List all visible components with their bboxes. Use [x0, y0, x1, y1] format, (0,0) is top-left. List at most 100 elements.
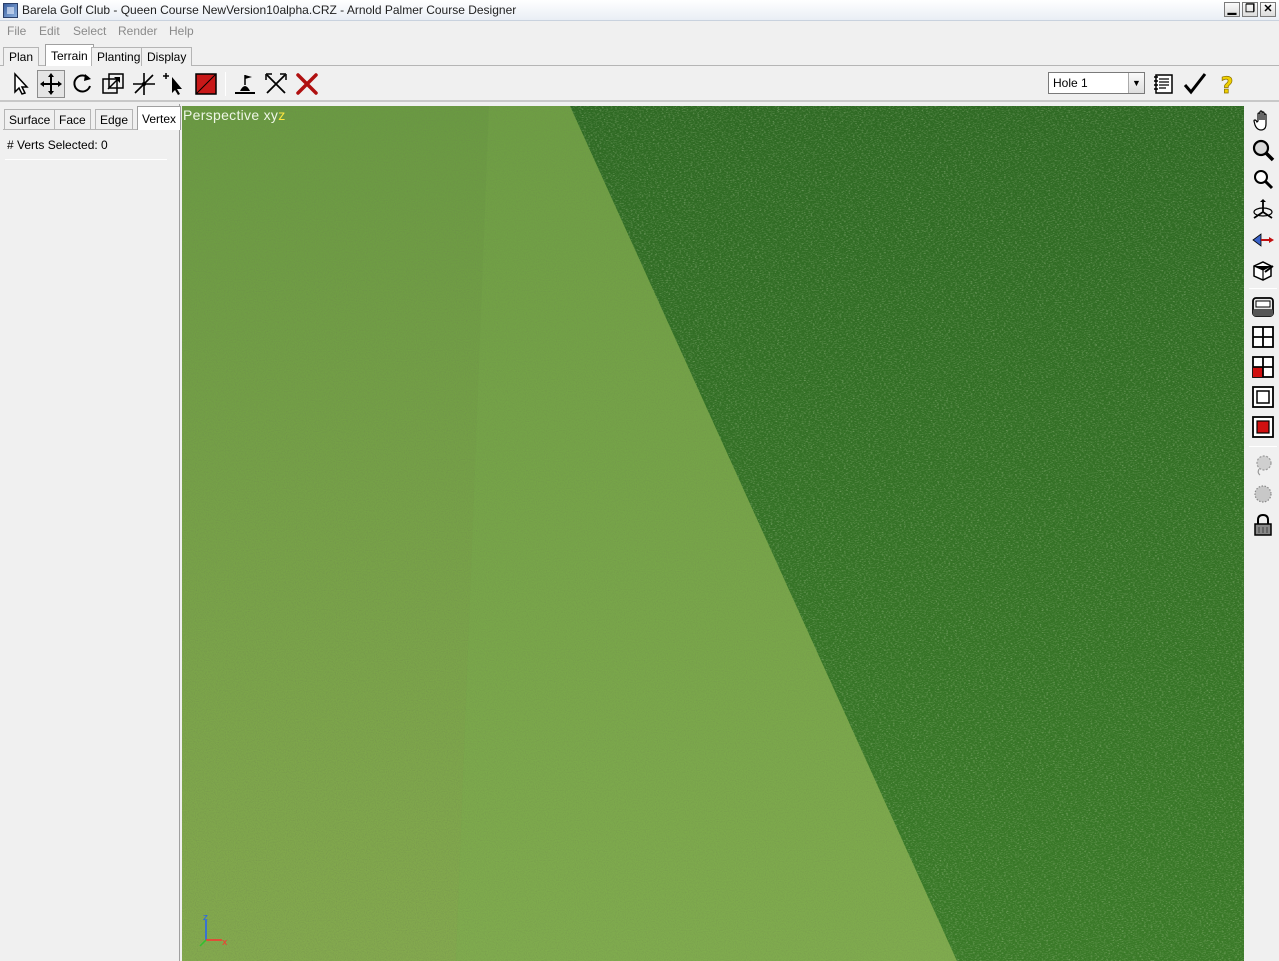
lasso-dotted-icon — [1254, 485, 1272, 503]
panel-divider — [5, 159, 167, 160]
fly-button[interactable] — [1250, 227, 1276, 253]
rotate-tool-button[interactable] — [68, 70, 96, 98]
terrain-scene[interactable] — [182, 106, 1244, 961]
close-icon: ✕ — [1263, 3, 1273, 15]
select-arrow-icon — [14, 72, 29, 95]
restore-button[interactable]: ❐ — [1242, 2, 1258, 17]
fly-arrow-icon — [1252, 233, 1274, 247]
svg-text:?: ? — [1221, 74, 1234, 97]
title-bar: Barela Golf Club - Queen Course NewVersi… — [0, 0, 1279, 21]
toolbar-separator — [225, 72, 226, 96]
tab-display[interactable]: Display — [141, 47, 193, 66]
maximize-view-icon — [1252, 386, 1274, 408]
single-view-icon — [1252, 297, 1274, 317]
orbit-button[interactable] — [1250, 197, 1276, 223]
help-button[interactable]: ? — [1213, 70, 1241, 98]
menu-help[interactable]: Help — [169, 24, 194, 38]
subtab-vertex[interactable]: Vertex — [137, 106, 182, 130]
red-fill-tool-button[interactable] — [192, 70, 220, 98]
chevron-down-icon[interactable]: ▼ — [1128, 73, 1144, 93]
scale-icon — [102, 73, 124, 94]
maximize-view-button[interactable] — [1250, 384, 1276, 410]
zoom-region-button[interactable] — [1250, 166, 1276, 192]
lasso-dotted-button[interactable] — [1250, 482, 1276, 508]
quad-view-button[interactable] — [1250, 324, 1276, 350]
viewport-mode-label: Perspective xyz — [183, 107, 286, 123]
cross-cut-icon — [265, 73, 287, 94]
axis-gizmo-icon: z x — [199, 913, 228, 948]
subtab-surface[interactable]: Surface — [4, 109, 56, 129]
app-icon — [3, 3, 18, 18]
view-toolbar-separator — [1249, 446, 1277, 447]
flag-smooth-icon — [235, 75, 255, 94]
subtab-face[interactable]: Face — [54, 109, 91, 129]
maximize-red-view-button[interactable] — [1250, 414, 1276, 440]
menu-bar: File Edit Select Render Help — [0, 21, 1279, 41]
viewport-axis-z: z — [278, 107, 286, 123]
help-question-icon: ? — [1220, 74, 1234, 97]
tab-terrain[interactable]: Terrain — [45, 44, 94, 67]
window-title: Barela Golf Club - Queen Course NewVersi… — [22, 3, 517, 17]
pointer-add-icon — [163, 73, 182, 95]
select-tool-button[interactable] — [6, 70, 34, 98]
close-button[interactable]: ✕ — [1260, 2, 1276, 17]
single-view-button[interactable] — [1250, 294, 1276, 320]
verts-selected-count: # Verts Selected: 0 — [7, 138, 108, 152]
left-panel: Surface Face Edge Vertex # Verts Selecte… — [0, 104, 182, 961]
maximize-red-view-icon — [1252, 416, 1274, 438]
pan-button[interactable] — [1250, 108, 1276, 134]
notes-icon — [1154, 74, 1173, 94]
rotate-icon — [73, 74, 91, 93]
confirm-button[interactable] — [1181, 70, 1209, 98]
scale-tool-button[interactable] — [99, 70, 127, 98]
menu-edit[interactable]: Edit — [39, 24, 60, 38]
view-toolbar-separator — [1249, 288, 1277, 289]
move-tool-button[interactable] — [37, 70, 65, 98]
move-icon — [40, 73, 62, 95]
flag-smooth-tool-button[interactable] — [231, 70, 259, 98]
checkmark-icon — [1183, 73, 1207, 95]
zoom-button[interactable] — [1250, 137, 1276, 163]
quad-red-view-icon — [1252, 356, 1274, 378]
hole-dropdown[interactable]: Hole 1 ▼ — [1048, 72, 1145, 94]
orbit-axis-icon — [1253, 199, 1273, 219]
quad-red-view-button[interactable] — [1250, 354, 1276, 380]
cross-cut-tool-button[interactable] — [262, 70, 290, 98]
terrain-toolbar: Hole 1 ▼ ? — [0, 66, 1279, 102]
pointer-add-tool-button[interactable] — [161, 70, 189, 98]
camera-view-button[interactable] — [1250, 257, 1276, 283]
subtab-edge[interactable]: Edge — [95, 109, 134, 129]
camera-view-icon — [1253, 261, 1274, 281]
axis-label-z: z — [203, 913, 208, 923]
menu-render[interactable]: Render — [118, 24, 157, 38]
zoom-small-icon — [1254, 170, 1274, 190]
main-tab-row: Plan Terrain Planting Display — [0, 41, 1279, 67]
pan-hand-icon — [1253, 110, 1267, 131]
vertex-split-icon — [133, 73, 155, 95]
lock-icon — [1254, 513, 1272, 536]
axis-label-x: x — [222, 938, 228, 948]
delete-tool-button[interactable] — [293, 70, 321, 98]
lasso-icon — [1256, 455, 1272, 476]
window-controls: ▁ ❐ ✕ — [1224, 2, 1276, 17]
view-toolbar — [1246, 106, 1279, 961]
tab-plan[interactable]: Plan — [3, 47, 40, 66]
minimize-icon: ▁ — [1227, 3, 1237, 15]
tab-planting[interactable]: Planting — [91, 47, 147, 66]
minimize-button[interactable]: ▁ — [1224, 2, 1240, 17]
hole-dropdown-value: Hole 1 — [1053, 76, 1088, 90]
quad-view-icon — [1252, 326, 1274, 348]
delete-x-icon — [296, 73, 318, 95]
red-fill-icon — [195, 73, 217, 95]
zoom-magnifier-icon — [1252, 139, 1275, 162]
restore-icon: ❐ — [1245, 3, 1255, 15]
notes-button[interactable] — [1150, 70, 1178, 98]
perspective-viewport[interactable]: Perspective xyz z x — [182, 106, 1244, 961]
menu-select[interactable]: Select — [73, 24, 106, 38]
vertex-split-tool-button[interactable] — [130, 70, 158, 98]
lock-button[interactable] — [1250, 512, 1276, 538]
viewport-mode-text: Perspective xy — [183, 107, 279, 123]
left-rough-region — [182, 106, 489, 961]
menu-file[interactable]: File — [7, 24, 26, 38]
lasso-button[interactable] — [1250, 452, 1276, 478]
